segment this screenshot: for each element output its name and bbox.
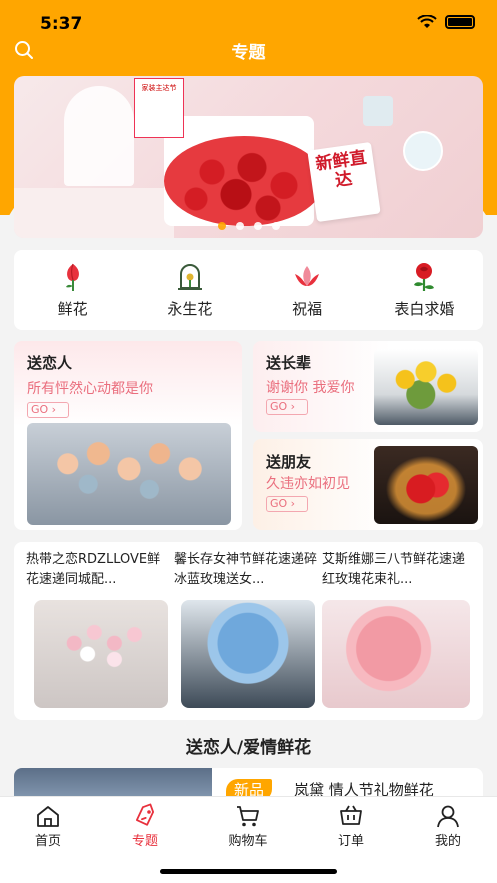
battery-icon	[445, 15, 475, 29]
category-blessing[interactable]: 祝福	[249, 250, 366, 330]
nav-bar: 专题	[0, 36, 497, 64]
banner-dot[interactable]	[253, 222, 262, 230]
preserved-flower-icon	[177, 264, 202, 290]
user-icon	[437, 805, 459, 828]
tab-label: 我的	[434, 834, 461, 849]
home-indicator	[160, 869, 337, 874]
product-image	[322, 600, 470, 708]
tab-home[interactable]: 首页	[8, 803, 88, 849]
go-button-label: GO	[270, 497, 288, 510]
product-strip: 热带之恋RDZLLOVE鲜花速递同城配... 馨长存女神节鲜花速递碎冰蓝玫瑰送女…	[14, 542, 483, 720]
status-icons	[417, 15, 475, 29]
banner-clock	[403, 131, 443, 171]
occasion-photo-lover	[27, 423, 231, 525]
banner-arch	[64, 86, 134, 186]
cart-icon	[237, 806, 259, 827]
product-name: 热带之恋RDZLLOVE鲜花速递同城配...	[26, 552, 161, 587]
occasion-subtitle: 谢谢你 我爱你	[266, 380, 355, 396]
category-flowers[interactable]: 鲜花	[14, 250, 131, 330]
product-card[interactable]: 艾斯维娜三八节鲜花速递红玫瑰花束礼...	[322, 550, 470, 708]
go-button-label: GO	[31, 403, 49, 416]
page-title: 专题	[231, 43, 266, 63]
tab-cart[interactable]: 购物车	[208, 803, 288, 849]
category-label: 永生花	[167, 300, 213, 318]
tab-label: 专题	[131, 834, 158, 849]
category-label: 表白求婚	[394, 300, 455, 318]
category-proposal[interactable]: 表白求婚	[366, 250, 483, 330]
wifi-icon	[417, 15, 437, 28]
category-preserved[interactable]: 永生花	[131, 250, 248, 330]
product-image	[34, 600, 168, 708]
occasion-subtitle: 久违亦如初见	[266, 476, 350, 492]
category-label: 鲜花	[57, 300, 88, 318]
occasion-photo-friend	[374, 446, 478, 524]
product-card[interactable]: 热带之恋RDZLLOVE鲜花速递同城配...	[26, 550, 171, 708]
go-button[interactable]: GO ›	[266, 399, 308, 415]
go-button-label: GO	[270, 400, 288, 413]
home-icon	[37, 806, 59, 827]
occasion-title: 送长辈	[266, 354, 312, 372]
promo-banner[interactable]: 家装主达节 新鲜直达	[14, 76, 483, 238]
tag-icon	[135, 803, 155, 826]
banner-sign: 新鲜直达	[307, 141, 381, 223]
banner-dot[interactable]	[217, 222, 226, 230]
rose-icon	[414, 263, 435, 291]
occasion-title: 送恋人	[27, 354, 73, 372]
banner-pagination	[14, 222, 483, 230]
banner-dot[interactable]	[235, 222, 244, 230]
tab-label: 首页	[34, 834, 61, 849]
flower-icon	[65, 263, 79, 291]
lotus-icon	[295, 266, 320, 286]
banner-sign-text: 新鲜直达	[314, 147, 368, 192]
section-title: 送恋人/爱情鲜花	[185, 738, 312, 758]
category-label: 祝福	[292, 300, 323, 318]
go-button[interactable]: GO ›	[266, 496, 308, 512]
occasion-title: 送朋友	[266, 453, 312, 471]
banner-shelf	[14, 188, 174, 238]
banner-rose-bouquet	[164, 136, 324, 226]
product-name: 馨长存女神节鲜花速递碎冰蓝玫瑰送女...	[174, 552, 318, 587]
product-card[interactable]: 馨长存女神节鲜花速递碎冰蓝玫瑰送女...	[174, 550, 319, 708]
occasion-subtitle: 所有怦然心动都是你	[27, 381, 153, 397]
status-time: 5:37	[40, 14, 83, 34]
tab-label: 购物车	[228, 834, 268, 849]
banner-dot[interactable]	[271, 222, 280, 230]
orders-icon	[340, 805, 362, 825]
tab-profile[interactable]: 我的	[408, 803, 488, 849]
occasion-card-friend[interactable]: 送朋友 久违亦如初见 GO ›	[253, 439, 483, 530]
occasion-photo-elder	[374, 349, 478, 425]
tab-label: 订单	[337, 834, 364, 849]
product-name: 艾斯维娜三八节鲜花速递红玫瑰花束礼...	[322, 552, 466, 587]
occasion-card-lover[interactable]: 送恋人 所有怦然心动都是你 GO ›	[14, 341, 242, 530]
tab-orders[interactable]: 订单	[311, 803, 391, 849]
product-image	[181, 600, 315, 708]
go-button[interactable]: GO ›	[27, 402, 69, 418]
category-bar: 鲜花 永生花 祝福 表白求婚	[14, 250, 483, 330]
tab-topics[interactable]: 专题	[105, 803, 185, 849]
banner-tag: 家装主达节	[134, 78, 184, 138]
occasion-card-elder[interactable]: 送长辈 谢谢你 我爱你 GO ›	[253, 341, 483, 432]
banner-vase	[363, 96, 393, 126]
